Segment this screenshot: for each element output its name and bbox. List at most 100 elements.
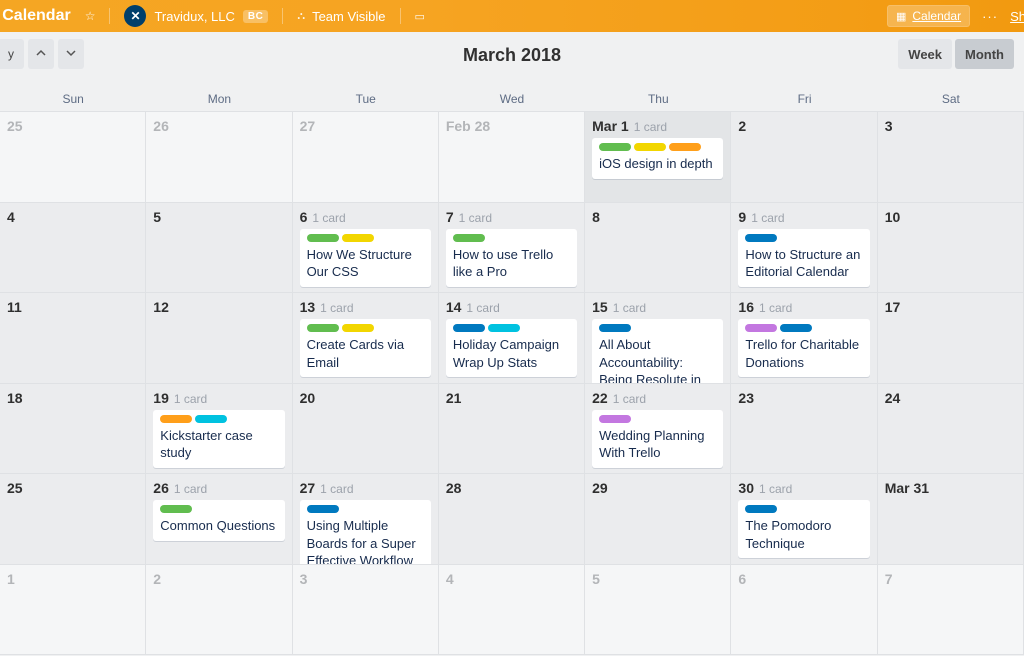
calendar-cell[interactable]: 71 cardHow to use Trello like a Pro — [439, 203, 585, 294]
date-line: 261 card — [153, 480, 284, 496]
card-count: 1 card — [320, 301, 353, 315]
calendar-cell[interactable]: 25 — [0, 112, 146, 203]
date-line: 11 — [7, 299, 138, 315]
calendar-card[interactable]: How to use Trello like a Pro — [446, 229, 577, 287]
calendar-cell[interactable]: 24 — [878, 384, 1024, 475]
visibility-button[interactable]: ⛬ Team Visible — [297, 9, 385, 24]
calendar-cell[interactable]: 28 — [439, 474, 585, 565]
calendar-cell[interactable]: 18 — [0, 384, 146, 475]
calendar-cell[interactable]: 141 cardHoliday Campaign Wrap Up Stats — [439, 293, 585, 384]
calendar-card[interactable]: How We Structure Our CSS — [300, 229, 431, 287]
date-line: 12 — [153, 299, 284, 315]
board-header: ial Calendar ☆ ✕ Travidux, LLC BC ⛬ Team… — [0, 0, 1024, 32]
date-line: 91 card — [738, 209, 869, 225]
card-count: 1 card — [634, 120, 667, 134]
calendar-cell[interactable]: 4 — [0, 203, 146, 294]
briefcase-icon[interactable]: ▭ — [415, 10, 425, 23]
calendar-cell[interactable]: 10 — [878, 203, 1024, 294]
label-c — [195, 415, 227, 423]
calendar-cell[interactable]: 20 — [293, 384, 439, 475]
cell-date: 2 — [738, 118, 746, 134]
calendar-card[interactable]: Common Questions — [153, 500, 284, 541]
calendar-cell[interactable]: 25 — [0, 474, 146, 565]
week-toggle[interactable]: Week — [898, 39, 952, 69]
today-button[interactable]: y — [0, 39, 24, 69]
card-labels — [453, 324, 570, 332]
calendar-card[interactable]: Trello for Charitable Donations — [738, 319, 869, 377]
calendar-card[interactable]: iOS design in depth — [592, 138, 723, 179]
calendar-card[interactable]: Using Multiple Boards for a Super Effect… — [300, 500, 431, 565]
label-g — [599, 143, 631, 151]
dow-sat: Sat — [878, 87, 1024, 111]
visibility-label: Team Visible — [312, 9, 385, 24]
calendar-card[interactable]: Wedding Planning With Trello — [592, 410, 723, 468]
date-line: 29 — [592, 480, 723, 496]
calendar-cell[interactable]: 4 — [439, 565, 585, 656]
calendar-cell[interactable]: Mar 11 cardiOS design in depth — [585, 112, 731, 203]
date-line: 4 — [446, 571, 577, 587]
star-icon[interactable]: ☆ — [85, 9, 96, 23]
calendar-cell[interactable]: 191 cardKickstarter case study — [146, 384, 292, 475]
date-line: 3 — [300, 571, 431, 587]
calendar-cell[interactable]: 7 — [878, 565, 1024, 656]
team-chip[interactable]: ✕ Travidux, LLC BC — [124, 5, 268, 27]
calendar-cell[interactable]: 17 — [878, 293, 1024, 384]
calendar-card[interactable]: The Pomodoro Technique — [738, 500, 869, 558]
date-line: 221 card — [592, 390, 723, 406]
calendar-cell[interactable]: 5 — [146, 203, 292, 294]
calendar-cell[interactable]: 23 — [731, 384, 877, 475]
calendar-cell[interactable]: 261 card Common Questions — [146, 474, 292, 565]
calendar-cell[interactable]: 3 — [878, 112, 1024, 203]
card-labels — [599, 324, 716, 332]
date-line: 20 — [300, 390, 431, 406]
calendar-cell[interactable]: Feb 28 — [439, 112, 585, 203]
next-button[interactable] — [58, 39, 84, 69]
calendar-cell[interactable]: 26 — [146, 112, 292, 203]
calendar-cell[interactable]: 6 — [731, 565, 877, 656]
calendar-cell[interactable]: Mar 31 — [878, 474, 1024, 565]
date-line: 151 card — [592, 299, 723, 315]
show-menu-link[interactable]: Sh — [1010, 9, 1024, 24]
calendar-cell[interactable]: 271 cardUsing Multiple Boards for a Supe… — [293, 474, 439, 565]
calendar-card[interactable]: How to Structure an Editorial Calendar — [738, 229, 869, 287]
date-line: 5 — [153, 209, 284, 225]
calendar-powerup-button[interactable]: ▦ Calendar — [887, 5, 970, 27]
cell-date: 25 — [7, 480, 23, 496]
cell-date: Mar 31 — [885, 480, 929, 496]
calendar-cell[interactable]: 2 — [731, 112, 877, 203]
card-labels — [160, 505, 277, 513]
calendar-cell[interactable]: 151 card All About Accountability: Being … — [585, 293, 731, 384]
label-b — [745, 505, 777, 513]
prev-button[interactable] — [28, 39, 54, 69]
calendar-cell[interactable]: 61 cardHow We Structure Our CSS — [293, 203, 439, 294]
label-b — [599, 324, 631, 332]
calendar-cell[interactable]: 161 cardTrello for Charitable Donations — [731, 293, 877, 384]
calendar-card[interactable]: All About Accountability: Being Resolute… — [592, 319, 723, 384]
team-badge: BC — [243, 10, 268, 23]
calendar-cell[interactable]: 1 — [0, 565, 146, 656]
calendar-cell[interactable]: 8 — [585, 203, 731, 294]
calendar-cell[interactable]: 221 card Wedding Planning With Trello — [585, 384, 731, 475]
calendar-cell[interactable]: 301 cardThe Pomodoro Technique — [731, 474, 877, 565]
calendar-cell[interactable]: 27 — [293, 112, 439, 203]
calendar-cell[interactable]: 29 — [585, 474, 731, 565]
date-line: 1 — [7, 571, 138, 587]
calendar-cell[interactable]: 2 — [146, 565, 292, 656]
calendar-cell[interactable]: 5 — [585, 565, 731, 656]
cell-date: Feb 28 — [446, 118, 490, 134]
calendar-cell[interactable]: 3 — [293, 565, 439, 656]
card-count: 1 card — [459, 211, 492, 225]
date-line: 2 — [153, 571, 284, 587]
board-title[interactable]: ial Calendar — [0, 7, 71, 25]
calendar-card[interactable]: Holiday Campaign Wrap Up Stats — [446, 319, 577, 377]
card-title: The Pomodoro Technique — [745, 517, 862, 552]
month-toggle[interactable]: Month — [955, 39, 1014, 69]
calendar-cell[interactable]: 11 — [0, 293, 146, 384]
calendar-card[interactable]: Kickstarter case study — [153, 410, 284, 468]
calendar-card[interactable]: Create Cards via Email — [300, 319, 431, 377]
calendar-cell[interactable]: 91 card How to Structure an Editorial Cal… — [731, 203, 877, 294]
more-menu-icon[interactable]: ··· — [982, 9, 998, 24]
calendar-cell[interactable]: 131 cardCreate Cards via Email — [293, 293, 439, 384]
calendar-cell[interactable]: 12 — [146, 293, 292, 384]
calendar-cell[interactable]: 21 — [439, 384, 585, 475]
